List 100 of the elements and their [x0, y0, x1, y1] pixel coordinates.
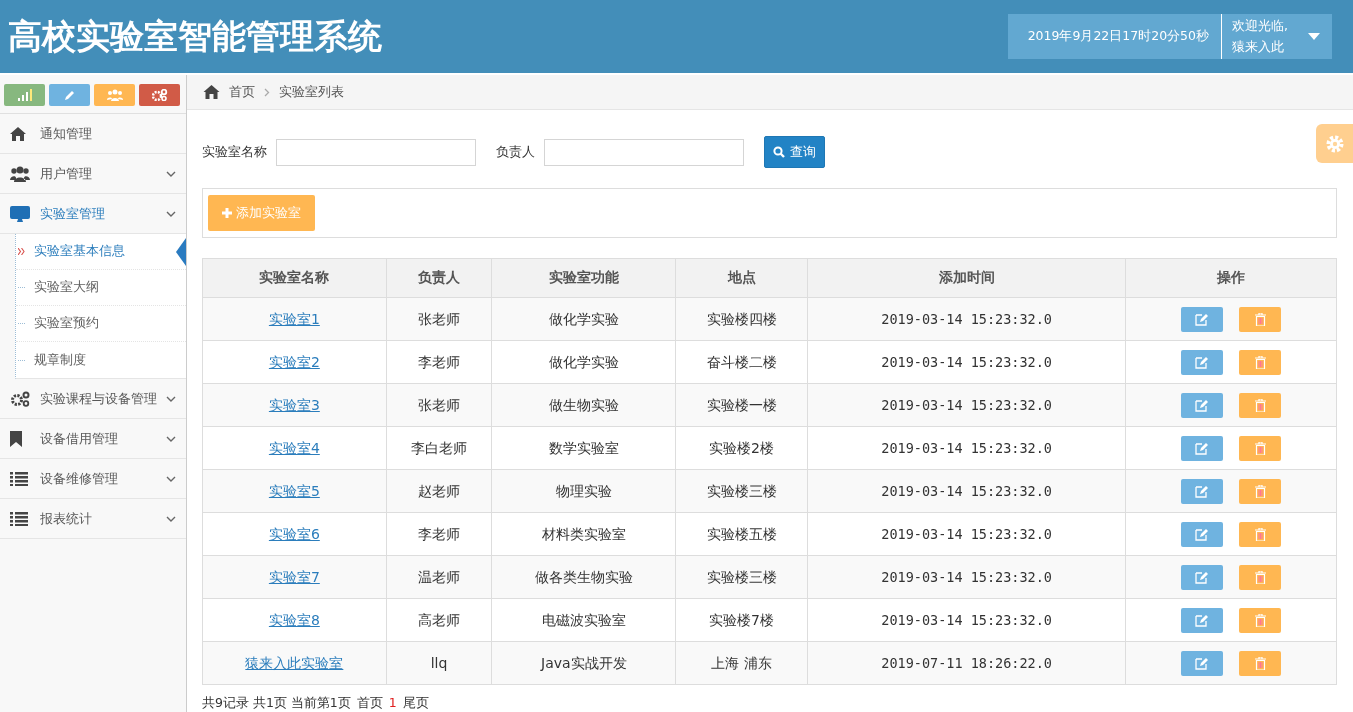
trash-icon [1254, 656, 1266, 670]
delete-button[interactable] [1239, 478, 1282, 504]
table-cell: 实验楼7楼 [675, 598, 808, 642]
edit-button[interactable] [1181, 392, 1223, 418]
table-cell: 张老师 [386, 383, 492, 427]
signal-icon [17, 89, 32, 101]
edit-button[interactable] [1181, 521, 1223, 547]
lab-link[interactable]: 实验室4 [268, 440, 320, 456]
table-cell: 实验楼2楼 [675, 426, 808, 470]
table-cell: 李老师 [386, 512, 492, 556]
table-cell: 2019-07-11 18:26:22.0 [807, 641, 1126, 685]
edit-button[interactable] [1181, 349, 1223, 375]
delete-button[interactable] [1239, 650, 1282, 676]
breadcrumb-link[interactable]: 首页 [229, 83, 255, 101]
last-page-link[interactable]: 尾页 [402, 695, 429, 710]
table-cell: 做化学实验 [491, 297, 676, 341]
column-header: 负责人 [386, 258, 492, 298]
table-cell: 2019-03-14 15:23:32.0 [807, 469, 1126, 513]
cogs-icon [10, 390, 30, 407]
table-cell: 2019-03-14 15:23:32.0 [807, 383, 1126, 427]
lab-link[interactable]: 实验室2 [268, 354, 320, 370]
column-header: 操作 [1125, 258, 1337, 298]
lab-link[interactable]: 实验室6 [268, 526, 320, 542]
delete-button[interactable] [1239, 607, 1282, 633]
edit-icon [1195, 656, 1209, 670]
chevron-down-icon [166, 210, 176, 217]
chevron-down-icon [166, 475, 176, 482]
table-cell: 李老师 [386, 340, 492, 384]
table-cell: 实验楼三楼 [675, 555, 808, 599]
plus-icon [222, 208, 232, 218]
first-page-link[interactable]: 首页 [356, 695, 383, 710]
lab-link[interactable]: 实验室3 [268, 397, 320, 413]
chart-button[interactable] [4, 84, 45, 106]
table-cell: 赵老师 [386, 469, 492, 513]
double-chevron-icon [18, 248, 25, 255]
column-header: 实验室功能 [491, 258, 676, 298]
edit-button[interactable] [1181, 478, 1223, 504]
table-cell: 做化学实验 [491, 340, 676, 384]
table-cell: 实验楼一楼 [675, 383, 808, 427]
pagination-summary: 共9记录 共1页 当前第1页 [202, 695, 351, 710]
lab-link[interactable]: 实验室8 [268, 612, 320, 628]
column-header: 实验室名称 [202, 258, 387, 298]
lab-link[interactable]: 实验室7 [268, 569, 320, 585]
users-icon [10, 165, 30, 182]
chevron-down-icon [166, 515, 176, 522]
lab-link[interactable]: 实验室1 [268, 311, 320, 327]
users-button[interactable] [94, 84, 135, 106]
edit-button[interactable] [1181, 306, 1223, 332]
page-link[interactable]: 1 [388, 695, 397, 710]
home-icon [10, 126, 26, 141]
delete-button[interactable] [1239, 349, 1282, 375]
delete-button[interactable] [1239, 306, 1282, 332]
home-icon [203, 85, 220, 99]
delete-button[interactable] [1239, 564, 1282, 590]
list-icon [10, 471, 28, 486]
app-title: 高校实验室智能管理系统 [8, 14, 382, 58]
edit-button[interactable] [1181, 607, 1223, 633]
table-cell: 2019-03-14 15:23:32.0 [807, 426, 1126, 470]
edit-button[interactable] [49, 84, 90, 106]
trash-icon [1254, 527, 1266, 541]
table-cell: 2019-03-14 15:23:32.0 [807, 340, 1126, 384]
column-header: 添加时间 [807, 258, 1126, 298]
input-field[interactable] [544, 138, 744, 166]
delete-button[interactable] [1239, 435, 1282, 461]
edit-button[interactable] [1181, 564, 1223, 590]
settings-button[interactable] [139, 84, 180, 106]
edit-icon [1195, 613, 1209, 627]
lab-link[interactable]: 实验室5 [268, 483, 320, 499]
table-cell: 温老师 [386, 555, 492, 599]
chevron-down-icon [166, 395, 176, 402]
edit-icon [1195, 312, 1209, 326]
field-label: 实验室名称 [202, 143, 267, 161]
edit-button[interactable] [1181, 435, 1223, 461]
edit-icon [1195, 484, 1209, 498]
input-field[interactable] [276, 138, 476, 166]
list-icon [10, 511, 28, 526]
table-cell: 实验楼三楼 [675, 469, 808, 513]
caret-icon [1308, 33, 1320, 40]
table-cell: 材料类实验室 [491, 512, 676, 556]
breadcrumb-link[interactable]: 实验室列表 [279, 83, 344, 101]
lab-link[interactable]: 猿来入此实验室 [245, 655, 344, 671]
monitor-icon [10, 205, 30, 222]
table-cell: 2019-03-14 15:23:32.0 [807, 555, 1126, 599]
table-cell: 实验楼五楼 [675, 512, 808, 556]
table-cell: 数学实验室 [491, 426, 676, 470]
delete-button[interactable] [1239, 521, 1282, 547]
table-cell: 李白老师 [386, 426, 492, 470]
users-icon [106, 89, 123, 101]
chevron-down-icon [166, 435, 176, 442]
gear-icon [1324, 133, 1345, 154]
edit-button[interactable] [1181, 650, 1223, 676]
search-button[interactable]: 查询 [764, 136, 825, 168]
active-pointer-icon [176, 238, 186, 266]
field-label: 负责人 [496, 143, 535, 161]
cogs-icon [151, 89, 168, 101]
trash-icon [1254, 398, 1266, 412]
delete-button[interactable] [1239, 392, 1282, 418]
trash-icon [1254, 484, 1266, 498]
trash-icon [1254, 441, 1266, 455]
table-cell: llq [386, 641, 492, 685]
